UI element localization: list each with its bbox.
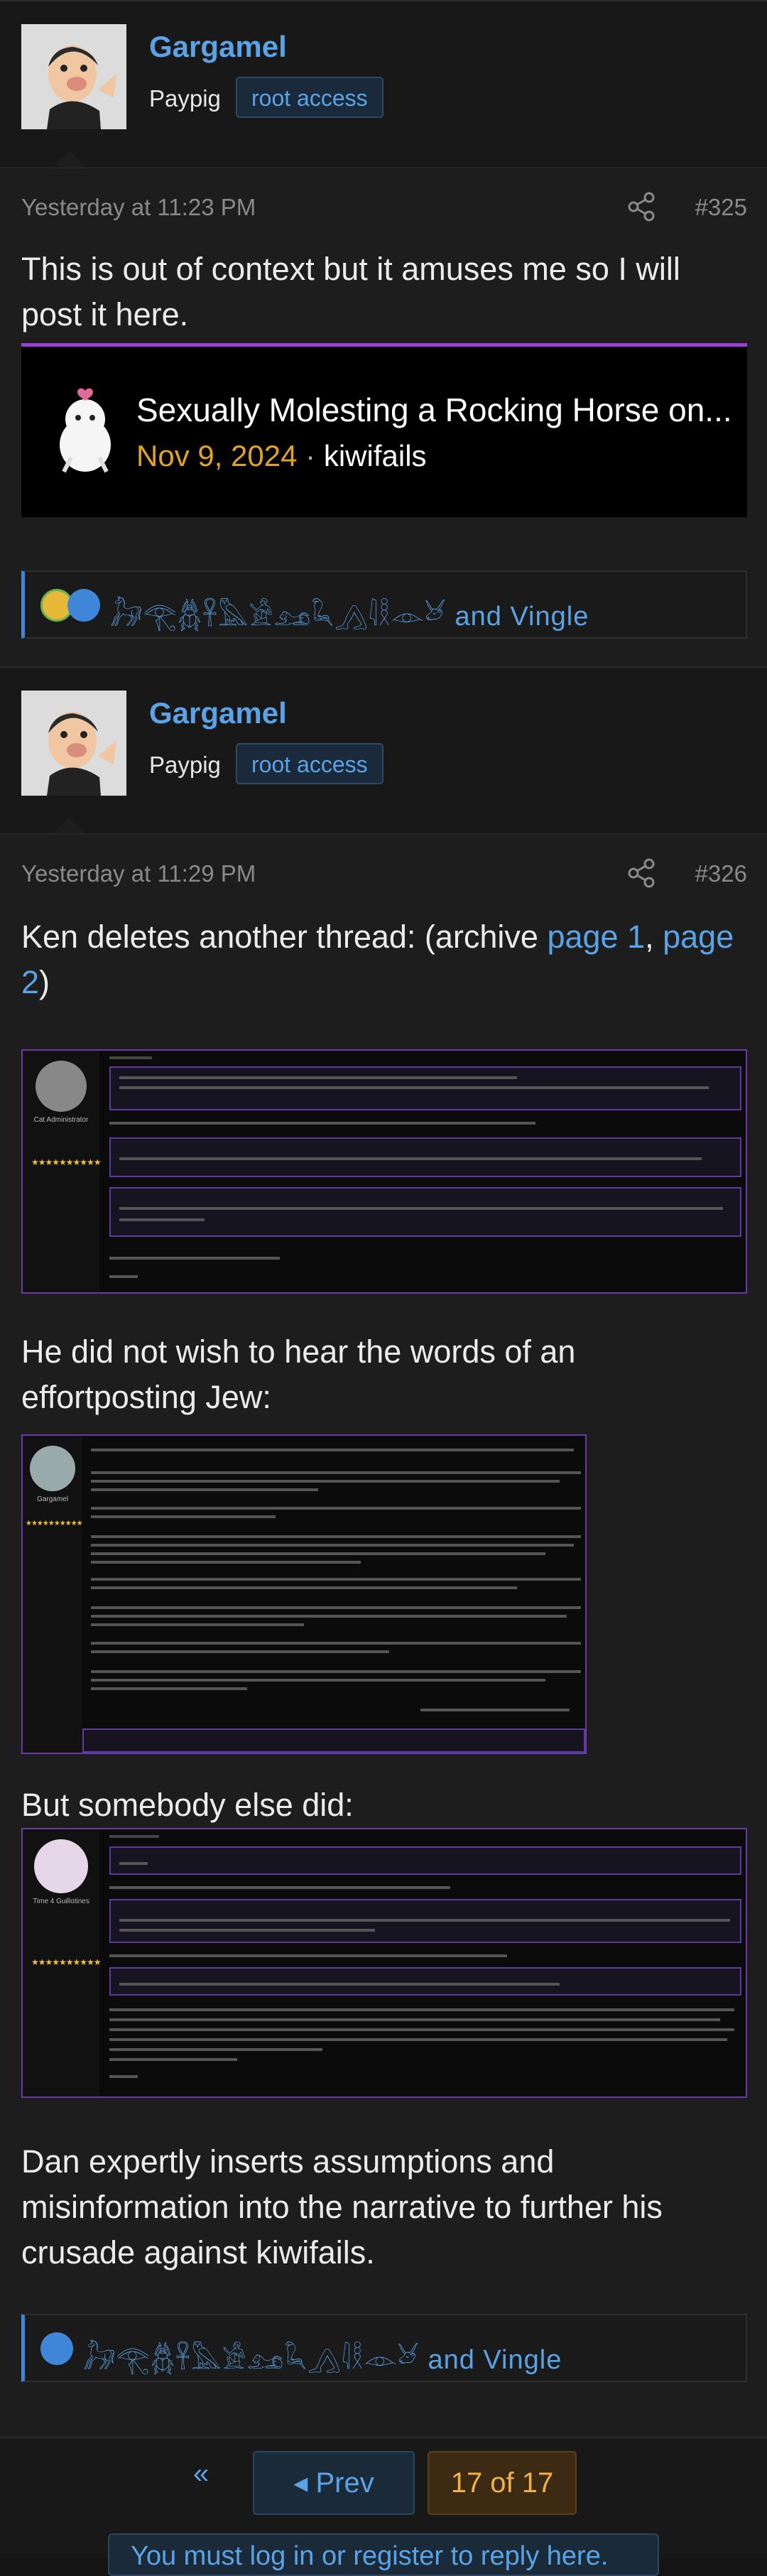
post-326: Gargamel Paypig root access Yesterday at… [0, 666, 767, 2437]
screenshot-user-panel: Gargamel ★★★★★★★★★★ [23, 1436, 83, 1753]
reactor-names[interactable]: 𓃗𓂀𓆣𓋹𓅓𓀀𓃭𓆗𓂻𓇋𓎛𓁹𓃾 [110, 602, 447, 632]
screenshot-user-role: Time 4 Guillotines [33, 1898, 89, 1905]
closing-paren: ) [39, 964, 50, 1000]
post-number[interactable]: #325 [695, 194, 747, 221]
intro-text: Ken deletes another thread: (archive [21, 919, 548, 955]
screenshot-user-role: Cat Administrator [33, 1116, 89, 1124]
post-message-paragraph-2: He did not wish to hear the words of an … [21, 1333, 576, 1415]
user-title: Paypig [149, 752, 221, 778]
share-icon[interactable] [626, 857, 658, 889]
embedded-screenshot-2[interactable]: Gargamel ★★★★★★★★★★ [21, 1434, 587, 1754]
screenshot-user-panel: Cat Administrator ★★★★★★★★★★ [23, 1051, 102, 1292]
screenshot-user-panel: Time 4 Guillotines ★★★★★★★★★★ [23, 1829, 102, 2096]
reactor-suffix[interactable]: and Vingle [428, 2345, 562, 2375]
avatar[interactable] [21, 24, 126, 129]
post-325: Gargamel Paypig root access Yesterday at… [0, 0, 767, 666]
post-header: Gargamel Paypig root access [0, 666, 767, 835]
media-embed[interactable]: Sexually Molesting a Rocking Horse on...… [21, 343, 747, 517]
share-icon[interactable] [626, 191, 658, 222]
user-banner-badge: root access [236, 743, 384, 784]
post-message-paragraph-3: But somebody else did: [21, 1787, 354, 1823]
login-register-prompt[interactable]: You must log in or register to reply her… [108, 2533, 659, 2576]
post-message-paragraph-4: Dan expertly inserts assumptions and mis… [21, 2143, 663, 2271]
author-name[interactable]: Gargamel [149, 696, 287, 730]
post-number[interactable]: #326 [695, 860, 747, 887]
like-reaction-icon [67, 589, 100, 622]
screenshot-avatar [30, 1446, 75, 1491]
screenshot-stars: ★★★★★★★★★★ [26, 1520, 83, 1527]
embedded-screenshot-1[interactable]: Cat Administrator ★★★★★★★★★★ [21, 1049, 747, 1294]
embed-separator: · [305, 439, 316, 472]
archive-link-page-1[interactable]: page 1 [547, 919, 645, 955]
author-name[interactable]: Gargamel [149, 30, 287, 64]
reactions-bar[interactable]: 𓃗𓂀𓆣𓋹𓅓𓀀𓃭𓆗𓂻𓇋𓎛𓁹𓃾 and Vingle [21, 2314, 747, 2382]
prev-page-button[interactable]: ◂ Prev [253, 2451, 415, 2515]
embed-title[interactable]: Sexually Molesting a Rocking Horse on... [136, 391, 733, 429]
embedded-screenshot-3[interactable]: Time 4 Guillotines ★★★★★★★★★★ [21, 1828, 747, 2098]
post-message: This is out of context but it amuses me … [21, 251, 680, 332]
screenshot-user-role: Gargamel [37, 1495, 68, 1503]
post-timestamp[interactable]: Yesterday at 11:23 PM [21, 194, 256, 221]
first-page-icon[interactable]: « [193, 2458, 209, 2490]
reactor-list[interactable]: 𓃗𓂀𓆣𓋹𓅓𓀀𓃭𓆗𓂻𓇋𓎛𓁹𓃾 and Vingle [83, 2334, 562, 2378]
avatar[interactable] [21, 691, 126, 796]
kiwi-mascot-icon [60, 388, 111, 473]
current-page-indicator[interactable]: 17 of 17 [428, 2451, 577, 2515]
like-reaction-icon [40, 2332, 73, 2365]
reactor-suffix[interactable]: and Vingle [455, 602, 589, 632]
user-banner-badge: root access [236, 77, 384, 118]
embed-meta: Nov 9, 2024 · kiwifails [136, 439, 427, 473]
post-message-intro: Ken deletes another thread: (archive pag… [21, 914, 746, 1005]
embed-date: Nov 9, 2024 [136, 439, 298, 472]
user-title: Paypig [149, 85, 221, 112]
embed-site: kiwifails [323, 439, 427, 472]
screenshot-stars: ★★★★★★★★★★ [31, 1157, 102, 1167]
pagination: « ◂ Prev 17 of 17 You must log in or reg… [0, 2437, 767, 2576]
screenshot-stars: ★★★★★★★★★★ [31, 1957, 102, 1967]
post-timestamp[interactable]: Yesterday at 11:29 PM [21, 860, 256, 887]
reactor-names[interactable]: 𓃗𓂀𓆣𓋹𓅓𓀀𓃭𓆗𓂻𓇋𓎛𓁹𓃾 [83, 2345, 420, 2375]
screenshot-avatar [34, 1839, 88, 1893]
reactions-bar[interactable]: 𓃗𓂀𓆣𓋹𓅓𓀀𓃭𓆗𓂻𓇋𓎛𓁹𓃾 and Vingle [21, 570, 747, 639]
reactor-list[interactable]: 𓃗𓂀𓆣𓋹𓅓𓀀𓃭𓆗𓂻𓇋𓎛𓁹𓃾 and Vingle [110, 590, 589, 634]
post-body: Yesterday at 11:23 PM #325 This is out o… [0, 167, 767, 666]
link-separator: , [645, 919, 663, 955]
post-body: Yesterday at 11:29 PM #326 Ken deletes a… [0, 833, 767, 2437]
post-header: Gargamel Paypig root access [0, 0, 767, 169]
screenshot-avatar [36, 1061, 87, 1112]
